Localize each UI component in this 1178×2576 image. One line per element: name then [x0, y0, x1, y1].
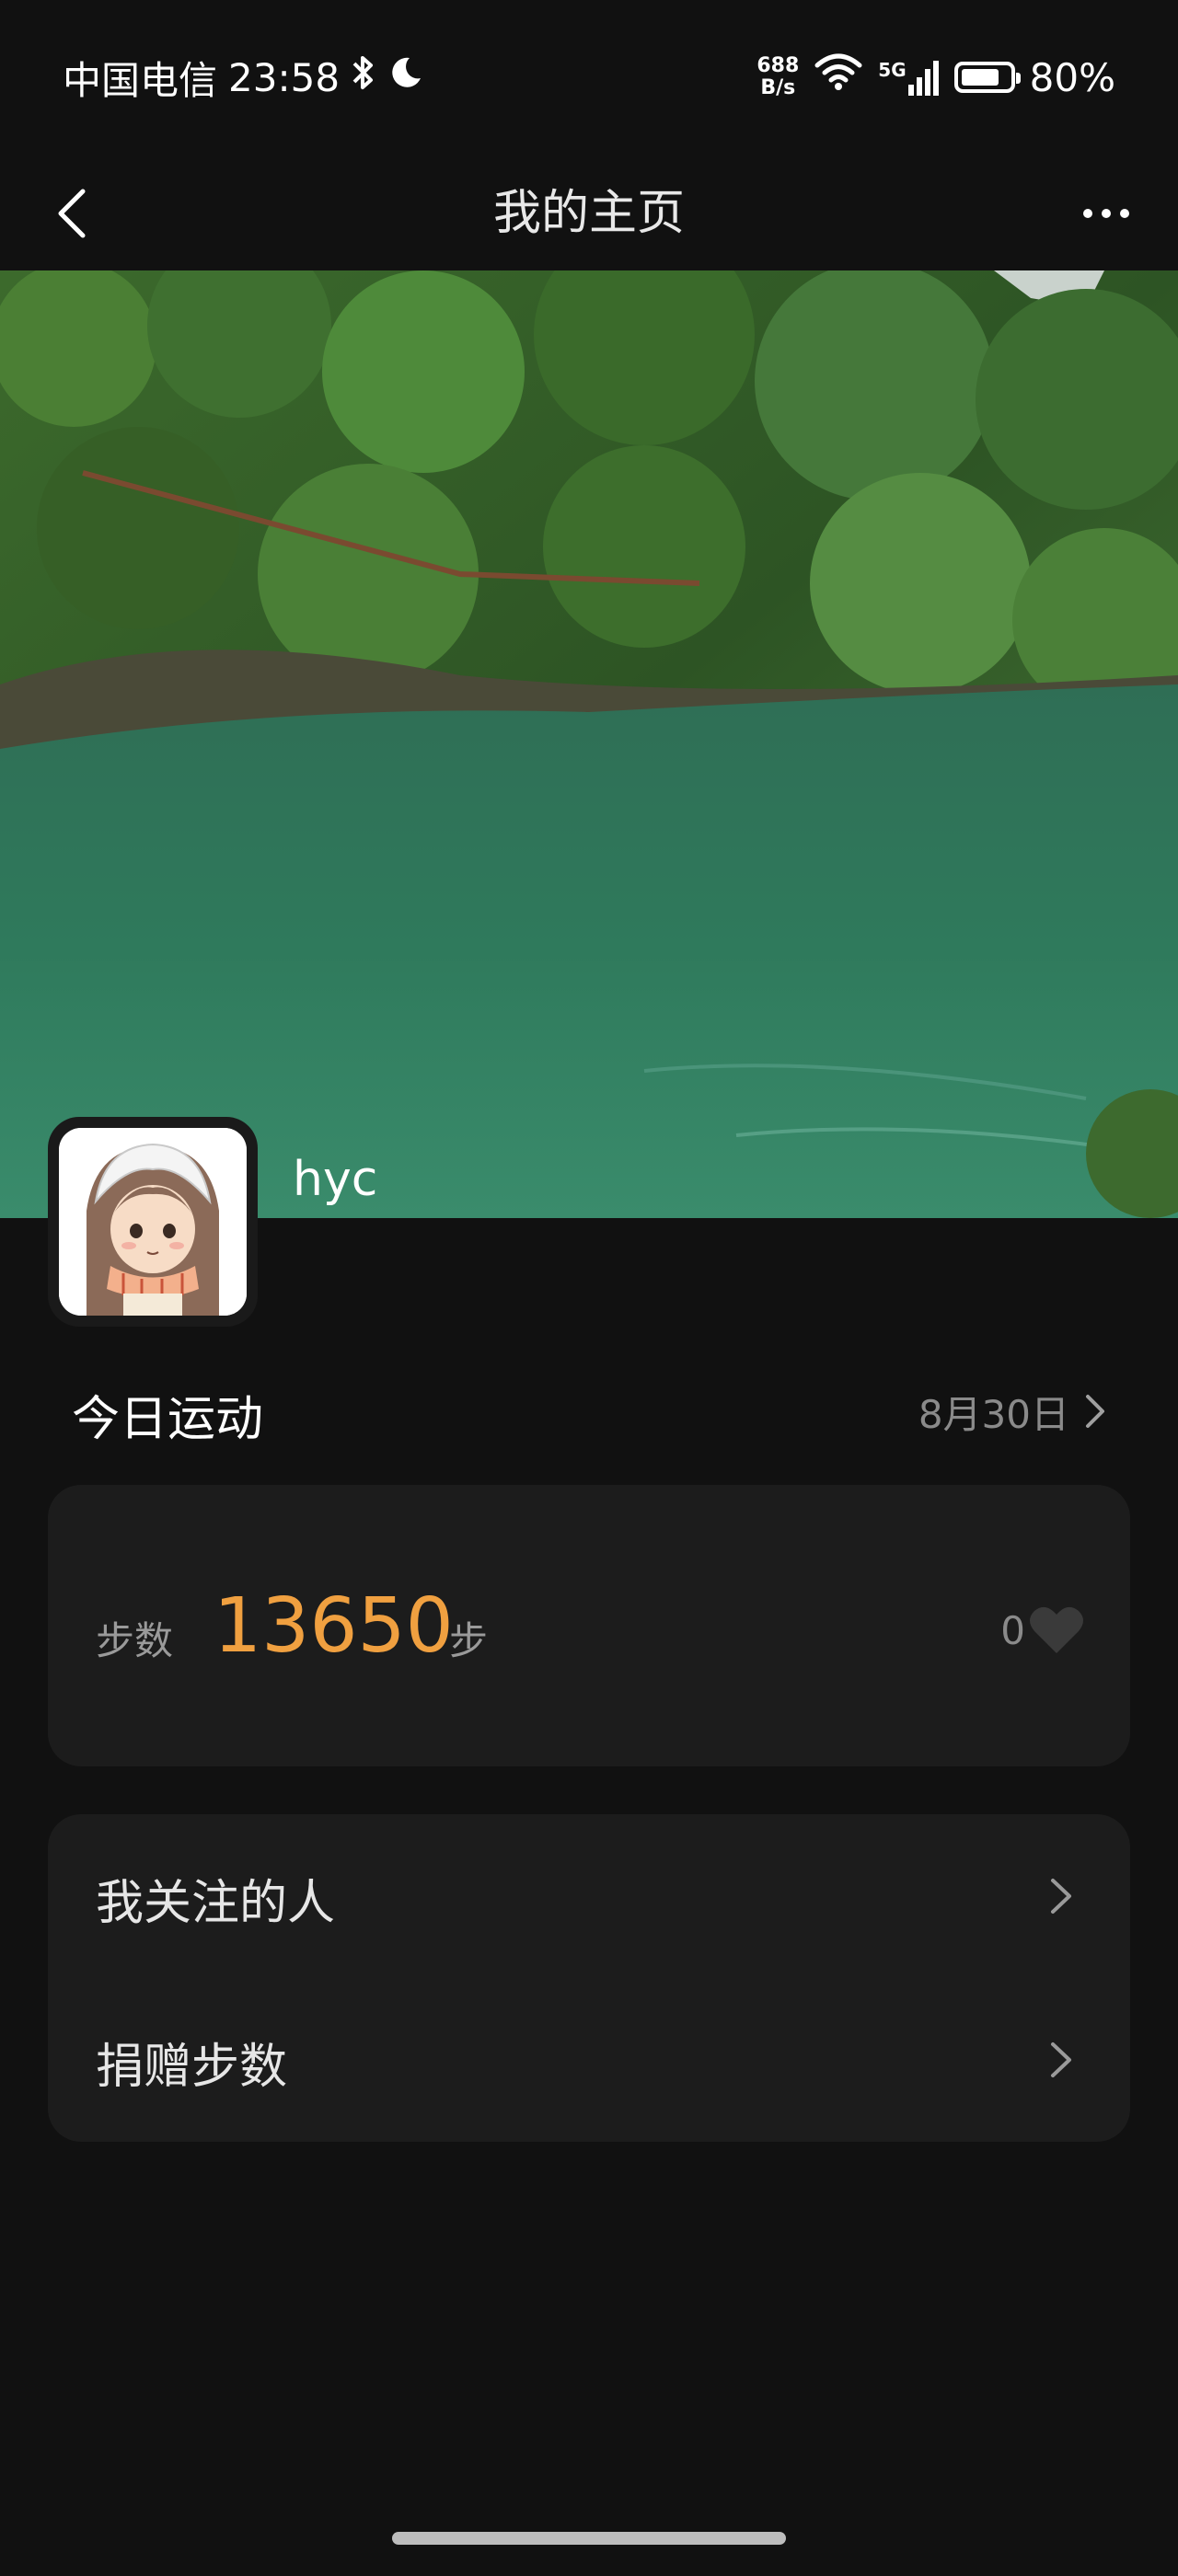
network-speed-unit: B/s [760, 76, 796, 99]
like-button[interactable]: 0 [1000, 1603, 1084, 1658]
network-speed: 688 B/s [756, 55, 799, 99]
lake-landscape-image [0, 270, 1178, 1218]
menu-item-following[interactable]: 我关注的人 [48, 1827, 1130, 1965]
bluetooth-icon [351, 54, 376, 100]
avatar-image [59, 1128, 247, 1316]
wifi-icon [814, 52, 863, 102]
home-indicator[interactable] [392, 2532, 786, 2545]
carrier-name: 中国电信 [63, 57, 218, 103]
menu-item-label: 捐赠步数 [96, 2040, 288, 2095]
steps-value: 13650 [214, 1582, 454, 1670]
network-type-label: 5G [878, 59, 907, 81]
do-not-disturb-moon-icon [387, 54, 424, 100]
clock: 23:58 [228, 54, 341, 100]
battery-percent: 80% [1029, 54, 1115, 100]
status-left: 中国电信 23:58 [63, 50, 424, 105]
network-speed-value: 688 [756, 54, 800, 77]
steps-card[interactable]: 步数 13650 步 0 [48, 1485, 1130, 1766]
more-dot [1083, 209, 1092, 218]
steps-unit: 步 [449, 1618, 489, 1663]
status-right: 688 B/s 5G 80% [756, 50, 1115, 105]
cover-image[interactable] [0, 270, 1178, 1218]
battery-icon [953, 62, 1021, 93]
page-title: 我的主页 [492, 186, 685, 241]
avatar[interactable] [48, 1117, 258, 1327]
more-options-button[interactable] [1069, 177, 1143, 250]
menu-item-donate-steps[interactable]: 捐赠步数 [48, 1991, 1130, 2129]
username: hyc [293, 1152, 378, 1207]
heart-icon [1030, 1606, 1083, 1653]
more-dot [1120, 209, 1129, 218]
menu-card: 我关注的人 捐赠步数 [48, 1814, 1130, 2142]
chevron-right-icon [1038, 1873, 1084, 1919]
battery-fill [961, 69, 999, 86]
navigation-bar: 我的主页 [0, 155, 1178, 270]
menu-item-label: 我关注的人 [96, 1876, 336, 1931]
chevron-right-icon [1086, 1395, 1104, 1428]
profile-page: 中国电信 23:58 688 B/s 5G 80% 我的主页 hyc 今日运动 … [0, 0, 1178, 2576]
date-label: 8月30日 [918, 1391, 1069, 1437]
like-count: 0 [1000, 1607, 1025, 1653]
more-dot [1102, 209, 1111, 218]
cellular-signal-icon: 5G [878, 59, 939, 96]
status-bar: 中国电信 23:58 688 B/s 5G 80% [0, 0, 1178, 155]
chevron-right-icon [1038, 2037, 1084, 2083]
today-exercise-title: 今日运动 [72, 1392, 264, 1447]
steps-label: 步数 [96, 1618, 174, 1663]
date-selector[interactable]: 8月30日 [918, 1384, 1106, 1439]
